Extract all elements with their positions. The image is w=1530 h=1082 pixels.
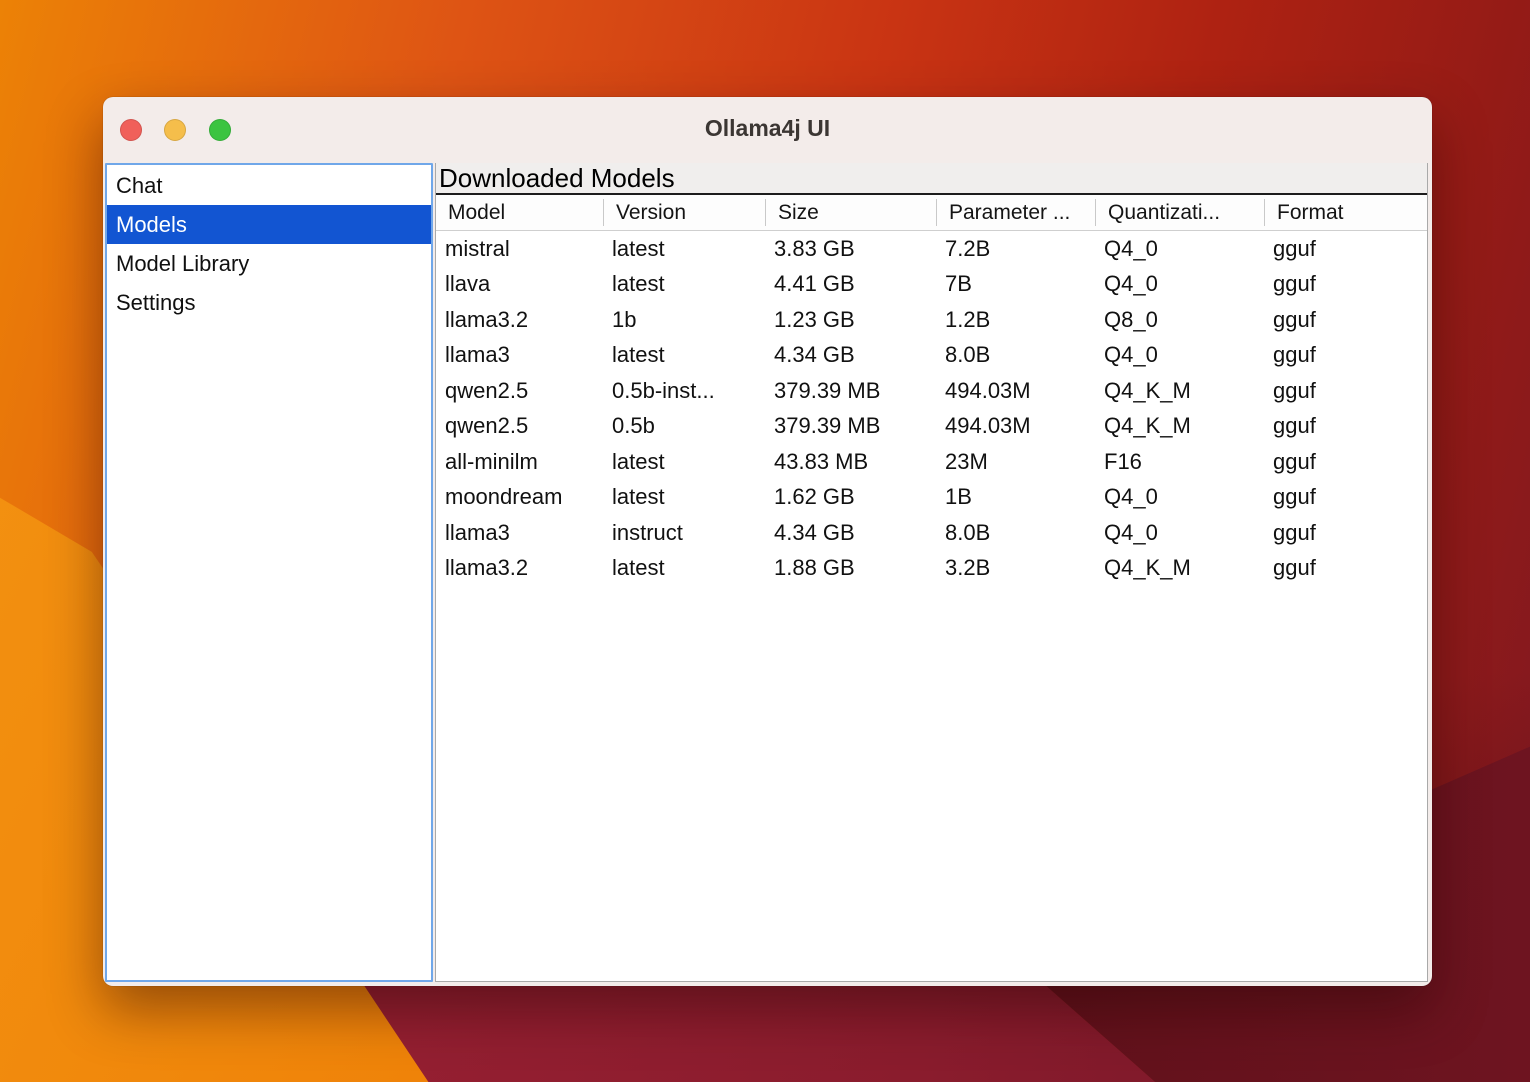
table-cell: 4.34 GB xyxy=(765,342,936,368)
models-panel: Downloaded Models ModelVersionSizeParame… xyxy=(435,163,1428,982)
table-cell: latest xyxy=(603,342,765,368)
sidebar-item-settings[interactable]: Settings xyxy=(107,283,431,322)
table-cell: 494.03M xyxy=(936,378,1095,404)
table-row[interactable]: all-minilmlatest43.83 MB23MF16gguf xyxy=(436,444,1427,480)
table-cell: gguf xyxy=(1264,271,1428,297)
table-row[interactable]: llama3.21b1.23 GB1.2BQ8_0gguf xyxy=(436,302,1427,338)
table-cell: 0.5b xyxy=(603,413,765,439)
table-cell: Q4_0 xyxy=(1095,271,1264,297)
table-cell: Q4_0 xyxy=(1095,236,1264,262)
table-cell: qwen2.5 xyxy=(436,378,603,404)
table-row[interactable]: llavalatest4.41 GB7BQ4_0gguf xyxy=(436,267,1427,303)
table-cell: 379.39 MB xyxy=(765,413,936,439)
table-cell: llava xyxy=(436,271,603,297)
table-cell: llama3 xyxy=(436,342,603,368)
table-cell: instruct xyxy=(603,520,765,546)
table-cell: latest xyxy=(603,555,765,581)
table-row[interactable]: qwen2.50.5b-inst...379.39 MB494.03MQ4_K_… xyxy=(436,373,1427,409)
table-cell: Q4_K_M xyxy=(1095,555,1264,581)
table-row[interactable]: llama3instruct4.34 GB8.0BQ4_0gguf xyxy=(436,515,1427,551)
table-cell: llama3.2 xyxy=(436,555,603,581)
table-cell: 8.0B xyxy=(936,342,1095,368)
table-cell: 1b xyxy=(603,307,765,333)
table-cell: gguf xyxy=(1264,342,1428,368)
table-cell: gguf xyxy=(1264,520,1428,546)
app-window: Ollama4j UI ChatModelsModel LibrarySetti… xyxy=(103,97,1432,986)
table-cell: latest xyxy=(603,449,765,475)
table-cell: 1.2B xyxy=(936,307,1095,333)
table-cell: latest xyxy=(603,271,765,297)
table-cell: llama3.2 xyxy=(436,307,603,333)
table-cell: 379.39 MB xyxy=(765,378,936,404)
table-row[interactable]: llama3latest4.34 GB8.0BQ4_0gguf xyxy=(436,338,1427,374)
table-cell: 7.2B xyxy=(936,236,1095,262)
sidebar-item-model-library[interactable]: Model Library xyxy=(107,244,431,283)
table-cell: 7B xyxy=(936,271,1095,297)
table-cell: F16 xyxy=(1095,449,1264,475)
table-cell: all-minilm xyxy=(436,449,603,475)
table-cell: Q8_0 xyxy=(1095,307,1264,333)
table-cell: moondream xyxy=(436,484,603,510)
table-row[interactable]: qwen2.50.5b379.39 MB494.03MQ4_K_Mgguf xyxy=(436,409,1427,445)
table-cell: gguf xyxy=(1264,449,1428,475)
table-cell: 23M xyxy=(936,449,1095,475)
panel-caption: Downloaded Models xyxy=(436,163,1427,195)
table-body: mistrallatest3.83 GB7.2BQ4_0ggufllavalat… xyxy=(436,231,1427,981)
table-cell: 494.03M xyxy=(936,413,1095,439)
table-cell: 3.83 GB xyxy=(765,236,936,262)
column-header-model[interactable]: Model xyxy=(436,199,603,226)
table-row[interactable]: llama3.2latest1.88 GB3.2BQ4_K_Mgguf xyxy=(436,551,1427,587)
column-header-size[interactable]: Size xyxy=(765,199,936,226)
table-row[interactable]: mistrallatest3.83 GB7.2BQ4_0gguf xyxy=(436,231,1427,267)
table-cell: Q4_0 xyxy=(1095,484,1264,510)
column-header-quantizati[interactable]: Quantizati... xyxy=(1095,199,1264,226)
table-cell: gguf xyxy=(1264,484,1428,510)
table-cell: 4.41 GB xyxy=(765,271,936,297)
table-cell: 0.5b-inst... xyxy=(603,378,765,404)
table-cell: mistral xyxy=(436,236,603,262)
sidebar: ChatModelsModel LibrarySettings xyxy=(105,163,433,982)
table-cell: gguf xyxy=(1264,378,1428,404)
table-header-row: ModelVersionSizeParameter ...Quantizati.… xyxy=(436,195,1427,231)
table-cell: latest xyxy=(603,484,765,510)
table-cell: gguf xyxy=(1264,413,1428,439)
column-header-version[interactable]: Version xyxy=(603,199,765,226)
column-header-format[interactable]: Format xyxy=(1264,199,1428,226)
sidebar-item-models[interactable]: Models xyxy=(107,205,431,244)
table-cell: Q4_0 xyxy=(1095,342,1264,368)
table-cell: 43.83 MB xyxy=(765,449,936,475)
window-titlebar[interactable]: Ollama4j UI xyxy=(103,97,1432,163)
table-cell: Q4_K_M xyxy=(1095,378,1264,404)
table-cell: gguf xyxy=(1264,555,1428,581)
table-cell: 4.34 GB xyxy=(765,520,936,546)
window-title: Ollama4j UI xyxy=(103,97,1432,163)
table-cell: gguf xyxy=(1264,307,1428,333)
table-cell: 1B xyxy=(936,484,1095,510)
table-cell: qwen2.5 xyxy=(436,413,603,439)
table-cell: llama3 xyxy=(436,520,603,546)
table-cell: Q4_K_M xyxy=(1095,413,1264,439)
table-cell: latest xyxy=(603,236,765,262)
column-header-parameter[interactable]: Parameter ... xyxy=(936,199,1095,226)
table-cell: 1.23 GB xyxy=(765,307,936,333)
table-cell: Q4_0 xyxy=(1095,520,1264,546)
sidebar-item-chat[interactable]: Chat xyxy=(107,166,431,205)
table-row[interactable]: moondreamlatest1.62 GB1BQ4_0gguf xyxy=(436,480,1427,516)
table-cell: 8.0B xyxy=(936,520,1095,546)
table-cell: 1.62 GB xyxy=(765,484,936,510)
window-content: ChatModelsModel LibrarySettings Download… xyxy=(105,163,1428,982)
table-cell: gguf xyxy=(1264,236,1428,262)
table-cell: 1.88 GB xyxy=(765,555,936,581)
table-cell: 3.2B xyxy=(936,555,1095,581)
